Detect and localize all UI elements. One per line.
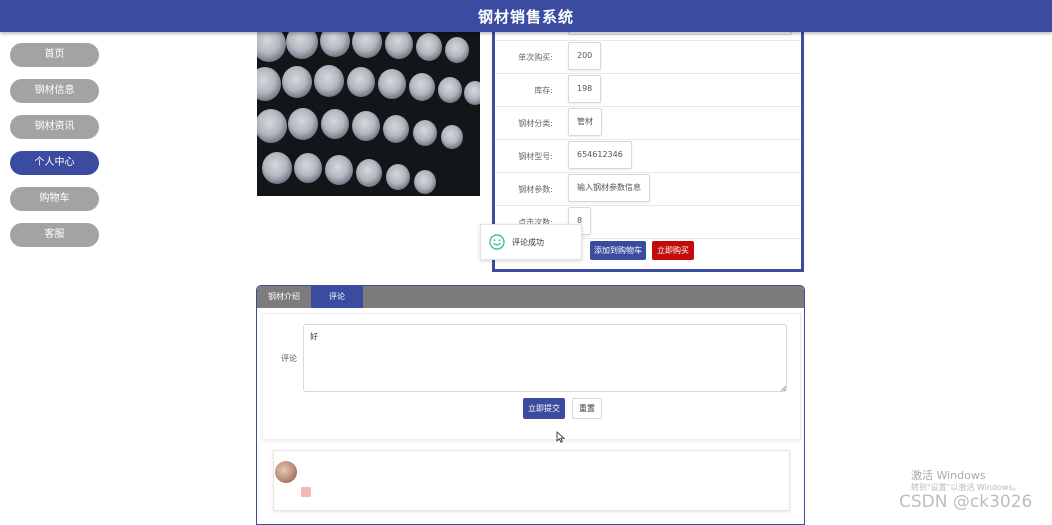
nav-steel-info-button[interactable]: 钢材信息: [10, 79, 99, 103]
tab-bar: 钢材介绍 评论: [257, 286, 804, 308]
success-toast: 评论成功: [480, 224, 582, 260]
product-image: [257, 32, 480, 196]
tab-comments[interactable]: 评论: [311, 286, 363, 308]
side-nav: 首页 钢材信息 钢材资讯 个人中心 购物车 客服: [10, 43, 99, 259]
category-value: 管材: [568, 108, 602, 136]
nav-cart-button[interactable]: 购物车: [10, 187, 99, 211]
review-content: [301, 487, 311, 497]
detail-label: 钢材参数:: [518, 185, 553, 194]
csdn-watermark: CSDN @ck3026: [899, 492, 1033, 512]
smile-icon: [489, 234, 505, 250]
detail-label: 库存:: [534, 86, 553, 95]
detail-row-params: 钢材参数: 输入钢材参数信息: [495, 172, 801, 206]
detail-row-stock: 库存: 198: [495, 73, 801, 107]
nav-personal-center-button[interactable]: 个人中心: [10, 151, 99, 175]
top-bar: 钢材销售系统: [0, 0, 1052, 32]
detail-label: 钢材分类:: [518, 119, 553, 128]
params-value: 输入钢材参数信息: [568, 174, 650, 202]
nav-home-button[interactable]: 首页: [10, 43, 99, 67]
comment-input[interactable]: 好: [303, 324, 787, 392]
tab-steel-intro[interactable]: 钢材介绍: [257, 286, 311, 308]
resize-grip-icon[interactable]: [780, 385, 786, 391]
nav-steel-news-button[interactable]: 钢材资讯: [10, 115, 99, 139]
app-title: 钢材销售系统: [477, 8, 574, 26]
mouse-cursor-icon: [556, 431, 566, 443]
detail-row-model: 钢材型号: 654612346: [495, 139, 801, 173]
review-item: [273, 450, 790, 511]
model-value: 654612346: [568, 141, 632, 169]
steel-pipes-photo: [257, 32, 480, 196]
detail-label: 单次购买:: [518, 53, 553, 62]
submit-comment-button[interactable]: 立即提交: [523, 398, 565, 419]
windows-activation-watermark: 激活 Windows: [911, 469, 986, 482]
reset-button[interactable]: 重置: [572, 398, 602, 419]
nav-customer-service-button[interactable]: 客服: [10, 223, 99, 247]
toast-message: 评论成功: [512, 238, 544, 247]
single-purchase-value: 200: [568, 42, 602, 70]
detail-row-category: 钢材分类: 管材: [495, 106, 801, 140]
detail-row-single-purchase: 单次购买: 200: [495, 40, 801, 74]
buy-now-button[interactable]: 立即购买: [652, 241, 694, 260]
comment-label: 评论: [281, 354, 297, 363]
stock-value: 198: [568, 75, 602, 103]
detail-label: 钢材型号:: [518, 152, 553, 161]
add-to-cart-button[interactable]: 添加到购物车: [590, 241, 646, 260]
avatar: [275, 461, 297, 483]
